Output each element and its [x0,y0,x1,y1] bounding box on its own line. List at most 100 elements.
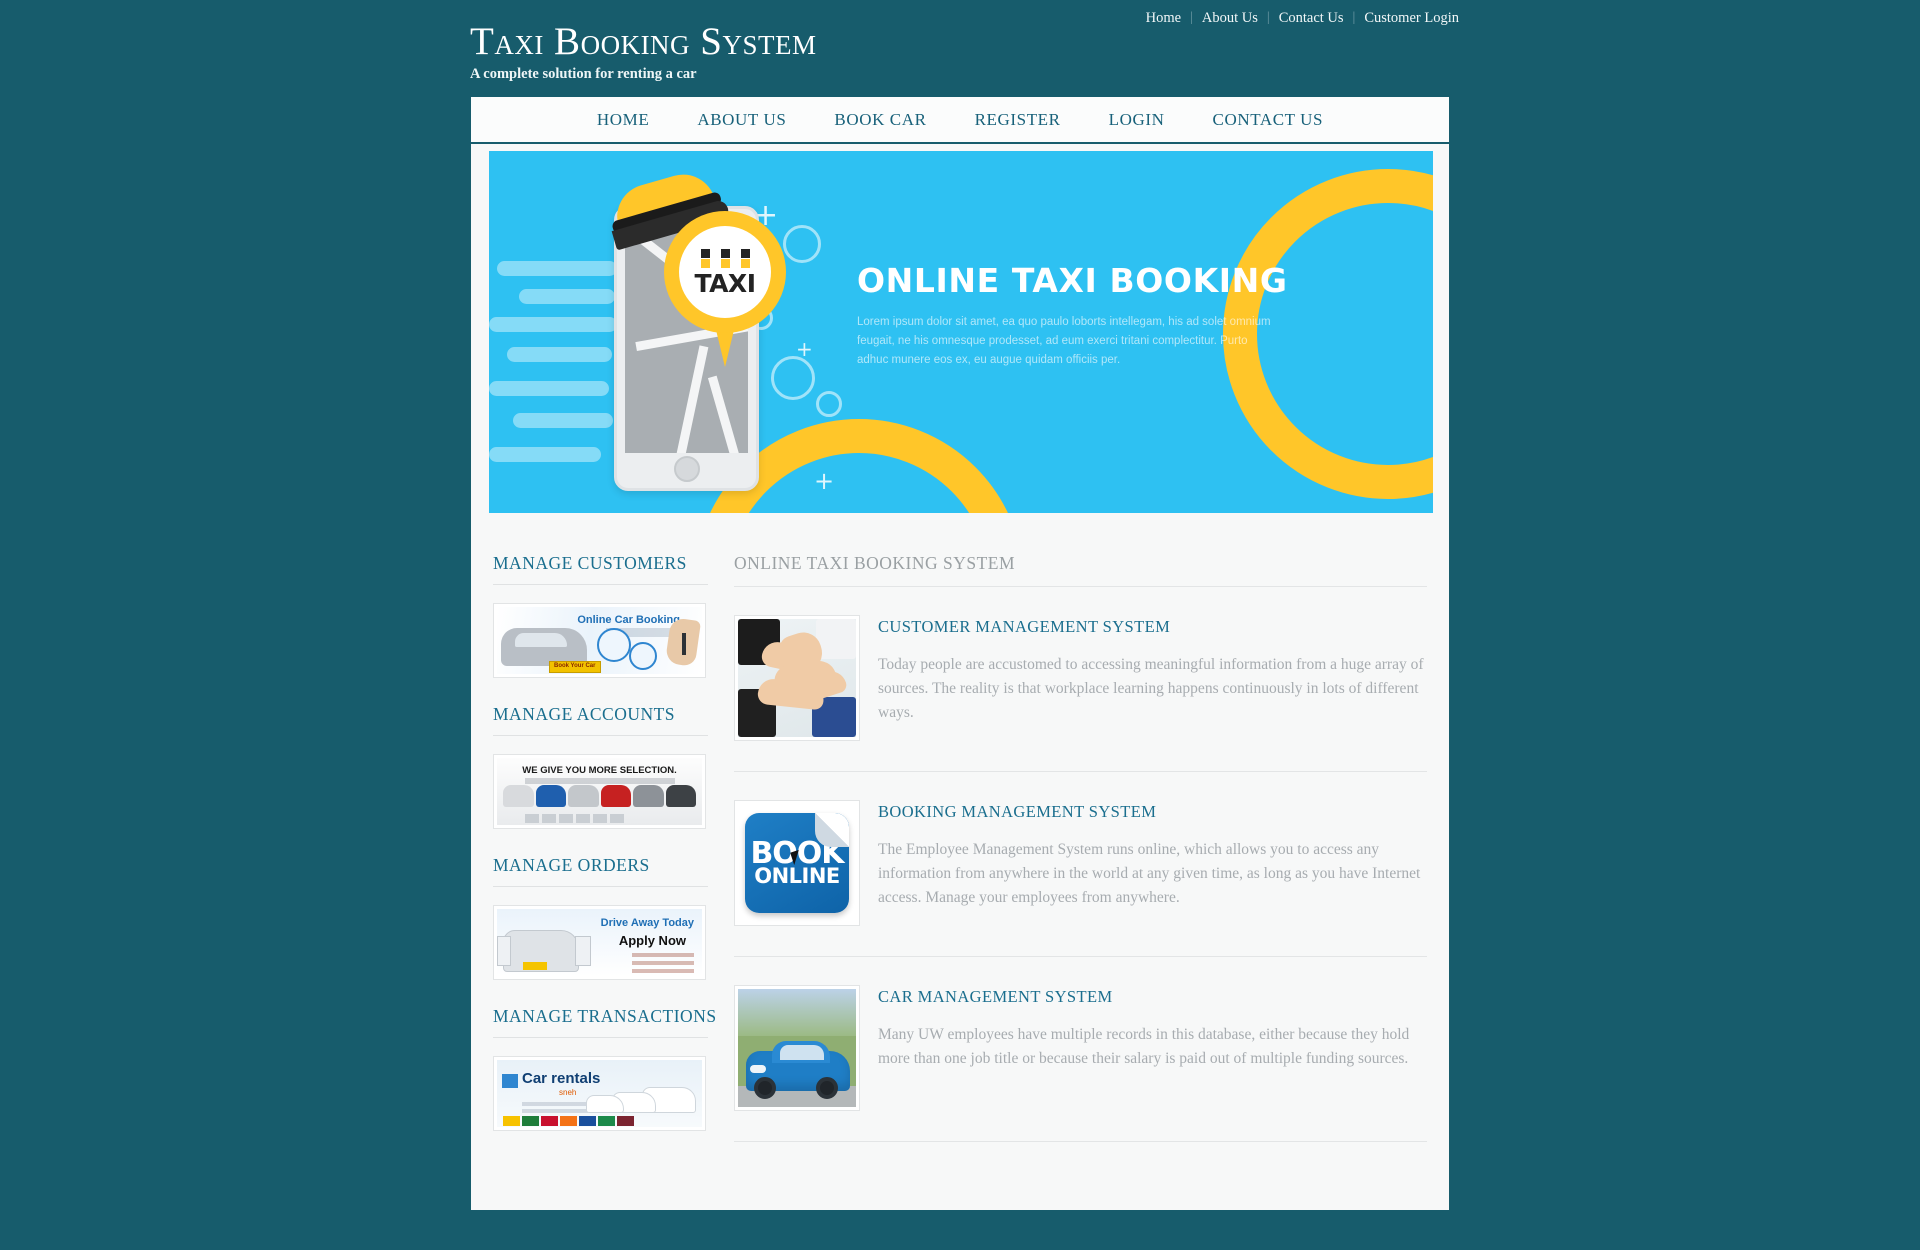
article-text: The Employee Management System runs onli… [878,841,1421,907]
nav-item-home[interactable]: HOME [573,110,673,130]
checker-pattern [700,248,750,268]
map-road [707,375,744,453]
car-windshield [780,1045,824,1060]
article-customer-management: CUSTOMER MANAGEMENT SYSTEM Today people … [734,587,1427,772]
banner-subtitle-text: Apply Now [618,933,686,948]
car-bubble [629,642,657,670]
brand-logos [525,814,624,823]
article-thumbnail-teamwork-hands[interactable] [734,615,860,741]
bullet-line [632,961,694,965]
article-title[interactable]: CAR MANAGEMENT SYSTEM [878,987,1427,1007]
site-brand: Taxi Booking System A complete solution … [470,22,817,83]
banner-subtitle-text: sneh [559,1088,577,1097]
sticker-text-line2: ONLINE [754,864,840,889]
page-curl [815,813,849,847]
speed-line [513,413,613,428]
decorative-circle [783,225,821,263]
online-car-booking-banner-image: Online Car Booking Book Your Car [497,607,702,674]
car-rental-icon [502,1074,518,1088]
sidebar-block-manage-orders: MANAGE ORDERS Drive Away Today Apply Now [493,855,708,980]
article-body: BOOKING MANAGEMENT SYSTEM The Employee M… [878,800,1427,926]
utility-nav: Home | About Us | Contact Us | Customer … [0,0,1920,36]
decorative-circle [816,391,842,417]
sidebar-heading-manage-orders: MANAGE ORDERS [493,855,708,887]
article-booking-management: BOOK ONLINE BOOKING MANAGEMENT SYSTEM Th… [734,772,1427,957]
article-body: CAR MANAGEMENT SYSTEM Many UW employees … [878,985,1427,1111]
decorative-plus-icon: + [796,337,813,361]
speed-line [507,347,612,362]
nav-item-book-car[interactable]: BOOK CAR [810,110,950,130]
main-column: ONLINE TAXI BOOKING SYSTEM CUSTOMER MANA… [734,553,1427,1157]
book-your-car-button: Book Your Car [549,661,601,673]
content-area: MANAGE CUSTOMERS Online Car Booking Book… [471,513,1449,1157]
banner-subtext-bar [522,1109,588,1113]
phone-home-button [673,456,700,482]
car-wheel [816,1077,838,1099]
car-wheel [754,1077,776,1099]
utility-nav-item-contact-us[interactable]: Contact Us [1270,10,1353,27]
car-rentals-banner-image: Car rentals sneh [497,1060,702,1127]
banner-title-text: Car rentals [522,1070,601,1087]
hero-description: Lorem ipsum dolor sit amet, ea quo paulo… [857,316,1271,367]
sidebar-block-manage-accounts: MANAGE ACCOUNTS WE GIVE YOU MORE SELECTI… [493,704,708,829]
open-door [575,936,591,966]
white-car-shape [586,1095,624,1113]
hero-title: ONLINE TAXI BOOKING [857,261,1288,300]
page-root: Home | About Us | Contact Us | Customer … [0,0,1920,1250]
hero-banner-wrap: + + + TAXI ONLINE TAXI BOOKING Lorem ips… [471,144,1449,513]
article-body: CUSTOMER MANAGEMENT SYSTEM Today people … [878,615,1427,741]
article-car-management: CAR MANAGEMENT SYSTEM Many UW employees … [734,957,1427,1142]
site-tagline: A complete solution for renting a car [470,66,697,82]
sidebar-block-manage-transactions: MANAGE TRANSACTIONS Car rentals sneh [493,1006,716,1131]
taxi-pin-label: TAXI [694,268,756,298]
utility-nav-item-home[interactable]: Home [1137,10,1190,27]
taxi-map-pin-icon: TAXI [664,211,786,371]
sidebar-heading-manage-transactions: MANAGE TRANSACTIONS [493,1006,716,1038]
sidebar-thumb-more-selection[interactable]: WE GIVE YOU MORE SELECTION. [493,754,706,829]
site-title: Taxi Booking System [470,20,817,63]
car-headlight [750,1065,766,1073]
decorative-plus-icon: + [814,467,835,495]
bullet-line [632,953,694,957]
banner-title-text: Online Car Booking [577,614,680,626]
sidebar-heading-manage-accounts: MANAGE ACCOUNTS [493,704,708,736]
banner-title-text: Drive Away Today [600,917,694,929]
blue-car-image [738,989,856,1107]
article-text: Many UW employees have multiple records … [878,1026,1410,1068]
speed-line [497,261,617,276]
sidebar-thumb-online-car-booking[interactable]: Online Car Booking Book Your Car [493,603,706,678]
utility-nav-item-customer-login[interactable]: Customer Login [1355,10,1468,27]
hero-banner: + + + TAXI ONLINE TAXI BOOKING Lorem ips… [489,151,1433,513]
book-online-sticker: BOOK ONLINE [745,813,849,913]
book-your-car-label: Book Your Car [554,663,596,669]
sidebar-thumb-drive-away-today[interactable]: Drive Away Today Apply Now [493,905,706,980]
teamwork-hands-image [738,619,856,737]
main-panel: HOME ABOUT US BOOK CAR REGISTER LOGIN CO… [471,97,1449,1210]
nav-item-register[interactable]: REGISTER [951,110,1085,130]
more-selection-banner-image: WE GIVE YOU MORE SELECTION. [497,758,702,825]
license-plate [523,962,547,970]
open-door [497,936,511,966]
drive-away-today-banner-image: Drive Away Today Apply Now [497,909,702,976]
article-thumbnail-book-online[interactable]: BOOK ONLINE [734,800,860,926]
main-heading: ONLINE TAXI BOOKING SYSTEM [734,553,1427,587]
sidebar-block-manage-customers: MANAGE CUSTOMERS Online Car Booking Book… [493,553,708,678]
article-text: Today people are accustomed to accessing… [878,656,1424,722]
main-nav: HOME ABOUT US BOOK CAR REGISTER LOGIN CO… [471,97,1449,144]
car-bubble [597,628,631,662]
nav-item-about-us[interactable]: ABOUT US [673,110,810,130]
nav-item-login[interactable]: LOGIN [1085,110,1189,130]
speed-line [489,381,609,396]
utility-nav-item-about-us[interactable]: About Us [1193,10,1267,27]
pin-inner: TAXI [679,226,771,318]
sidebar-thumb-car-rentals[interactable]: Car rentals sneh [493,1056,706,1131]
article-thumbnail-blue-car[interactable] [734,985,860,1111]
nav-item-contact-us[interactable]: CONTACT US [1189,110,1348,130]
banner-title-text: WE GIVE YOU MORE SELECTION. [522,765,677,776]
article-title[interactable]: BOOKING MANAGEMENT SYSTEM [878,802,1427,822]
speed-line [489,447,601,462]
article-title[interactable]: CUSTOMER MANAGEMENT SYSTEM [878,617,1427,637]
rental-brand-logos [503,1116,634,1126]
sidebar: MANAGE CUSTOMERS Online Car Booking Book… [493,553,716,1157]
speed-line [489,317,617,332]
